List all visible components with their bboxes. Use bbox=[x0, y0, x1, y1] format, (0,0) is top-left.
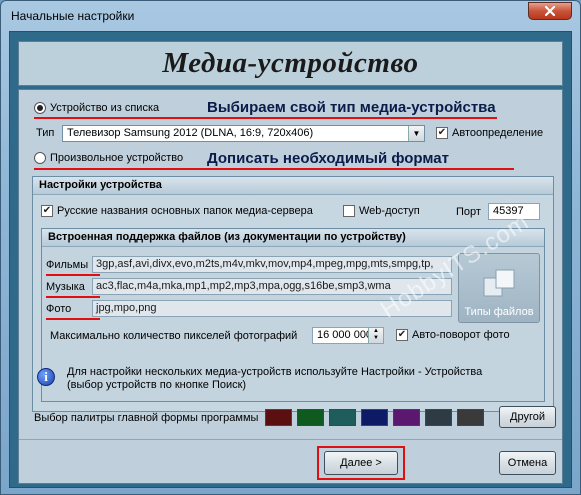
checkbox-unchecked-icon[interactable] bbox=[343, 205, 355, 217]
radio-button[interactable] bbox=[34, 152, 46, 164]
device-type-value: Телевизор Samsung 2012 (DLNA, 16:9, 720x… bbox=[67, 127, 314, 139]
radio-custom-device[interactable]: Произвольное устройство bbox=[34, 152, 183, 164]
auto-rotate-checkbox[interactable]: ✔ Авто-поворот фото bbox=[396, 329, 510, 341]
checkbox-checked-icon[interactable]: ✔ bbox=[41, 205, 53, 217]
other-color-button[interactable]: Другой bbox=[499, 406, 556, 428]
music-formats-field[interactable]: ac3,flac,m4a,mka,mp1,mp2,mp3,mpa,ogg,s16… bbox=[92, 278, 452, 295]
page-title: Медиа-устройство bbox=[162, 47, 419, 79]
chevron-down-icon[interactable]: ▼ bbox=[408, 126, 424, 141]
radio-device-from-list-label: Устройство из списка bbox=[50, 102, 160, 114]
device-type-select[interactable]: Телевизор Samsung 2012 (DLNA, 16:9, 720x… bbox=[62, 125, 425, 142]
auto-rotate-label: Авто-поворот фото bbox=[412, 329, 510, 341]
close-icon bbox=[544, 5, 556, 17]
annotation-list: Выбираем свой тип медиа-устройства bbox=[207, 99, 496, 116]
max-pixels-label: Максимально количество пикселей фотограф… bbox=[50, 330, 298, 342]
web-access-label: Web-доступ bbox=[359, 205, 420, 217]
device-settings-header: Настройки устройства bbox=[33, 177, 553, 195]
port-input[interactable]: 45397 bbox=[488, 203, 540, 220]
russian-names-checkbox[interactable]: ✔ Русские названия основных папок медиа-… bbox=[41, 205, 313, 217]
photo-label: Фото bbox=[46, 303, 72, 315]
dialog-window: Начальные настройки Медиа-устройство Уст… bbox=[0, 0, 581, 495]
radio-custom-device-label: Произвольное устройство bbox=[50, 152, 184, 164]
next-button[interactable]: Далее > bbox=[324, 451, 398, 475]
palette-swatch[interactable] bbox=[457, 409, 484, 426]
title-bar: Начальные настройки bbox=[1, 1, 580, 31]
footer-divider bbox=[19, 439, 562, 440]
checkbox-checked-icon[interactable]: ✔ bbox=[436, 127, 448, 139]
web-access-checkbox[interactable]: Web-доступ bbox=[343, 205, 420, 217]
russian-names-label: Русские названия основных папок медиа-се… bbox=[57, 205, 313, 217]
palette-swatch[interactable] bbox=[425, 409, 452, 426]
spinner-arrows-icon[interactable]: ▲ ▼ bbox=[368, 328, 383, 343]
max-pixels-spinner[interactable]: 16 000 000 ▲ ▼ bbox=[312, 327, 384, 344]
max-pixels-value: 16 000 000 bbox=[317, 329, 373, 341]
radio-selected-dot bbox=[37, 105, 43, 111]
palette-swatches bbox=[265, 409, 495, 426]
close-button[interactable] bbox=[528, 2, 572, 20]
info-icon: i bbox=[37, 368, 55, 386]
cubes-icon bbox=[483, 269, 515, 297]
auto-detect-label: Автоопределение bbox=[452, 127, 544, 139]
main-panel: Устройство из списка Выбираем свой тип м… bbox=[18, 89, 563, 484]
info-text-line2: (выбор устройств по кнопке Поиск) bbox=[67, 379, 247, 391]
films-formats-field[interactable]: 3gp,asf,avi,divx,evo,m2ts,m4v,mkv,mov,mp… bbox=[92, 256, 452, 273]
radio-device-from-list[interactable]: Устройство из списка bbox=[34, 102, 159, 114]
photo-formats-field[interactable]: jpg,mpo,png bbox=[92, 300, 452, 317]
palette-label: Выбор палитры главной формы программы bbox=[34, 412, 259, 424]
type-label: Тип bbox=[36, 127, 55, 139]
annotation-underline-custom bbox=[34, 168, 514, 170]
window-title: Начальные настройки bbox=[11, 9, 135, 23]
palette-swatch[interactable] bbox=[329, 409, 356, 426]
palette-swatch[interactable] bbox=[393, 409, 420, 426]
file-support-header: Встроенная поддержка файлов (из документ… bbox=[42, 229, 544, 247]
annotation-custom: Дописать необходимый формат bbox=[207, 150, 449, 167]
films-label: Фильмы bbox=[46, 259, 89, 271]
annotation-underline-films bbox=[46, 274, 100, 276]
file-types-button[interactable]: Типы файлов bbox=[458, 253, 540, 323]
palette-swatch[interactable] bbox=[361, 409, 388, 426]
checkbox-checked-icon[interactable]: ✔ bbox=[396, 329, 408, 341]
annotation-underline-photo bbox=[46, 318, 100, 320]
info-text-line1: Для настройки нескольких медиа-устройств… bbox=[67, 366, 483, 378]
port-label: Порт bbox=[456, 206, 481, 218]
palette-swatch[interactable] bbox=[265, 409, 292, 426]
annotation-underline-list bbox=[34, 117, 497, 119]
cancel-button[interactable]: Отмена bbox=[499, 451, 556, 475]
radio-button[interactable] bbox=[34, 102, 46, 114]
annotation-underline-music bbox=[46, 296, 100, 298]
dialog-client-area: Медиа-устройство Устройство из списка Вы… bbox=[9, 31, 572, 488]
palette-swatch[interactable] bbox=[297, 409, 324, 426]
music-label: Музыка bbox=[46, 281, 85, 293]
file-types-label: Типы файлов bbox=[464, 306, 534, 318]
header-panel: Медиа-устройство bbox=[18, 41, 563, 86]
auto-detect-checkbox[interactable]: ✔ Автоопределение bbox=[436, 127, 543, 139]
